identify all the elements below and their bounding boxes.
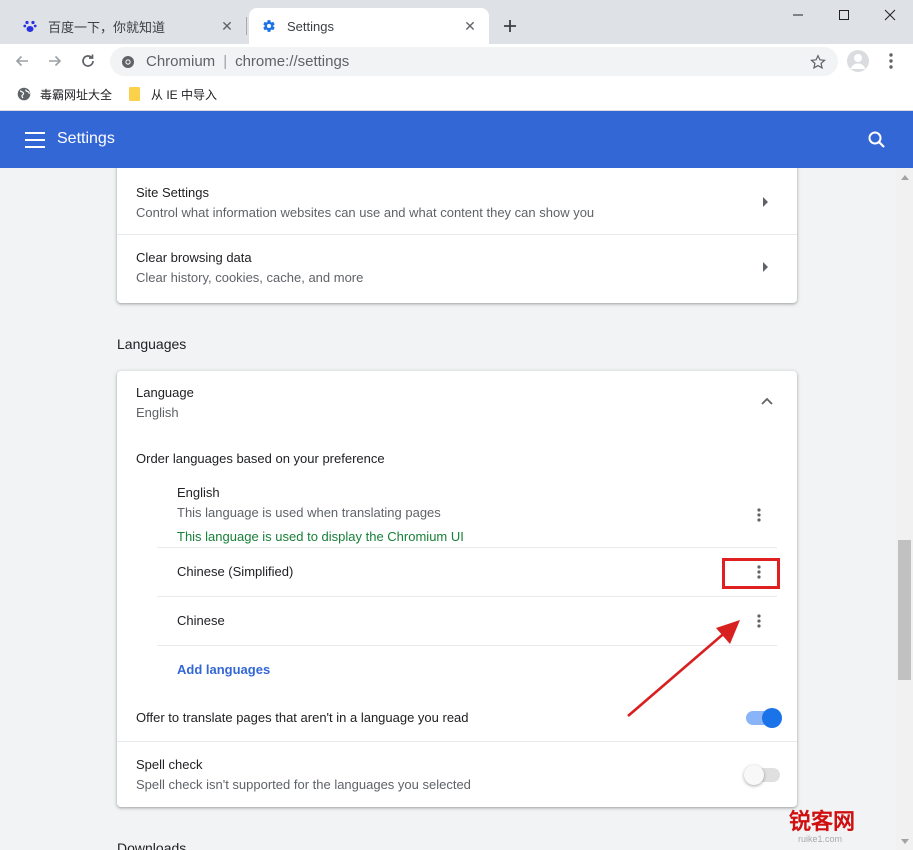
bookmark-folder[interactable]: 从 IE 中导入 (127, 84, 217, 104)
scroll-down-button[interactable] (896, 833, 913, 850)
chevron-down-icon (900, 838, 909, 844)
add-languages-button[interactable]: Add languages (177, 662, 270, 677)
language-name: Chinese (Simplified) (177, 564, 294, 579)
maximize-button[interactable] (821, 0, 867, 30)
reload-icon (82, 54, 94, 67)
chevron-up-icon (900, 174, 909, 180)
omnibox-url: chrome://settings (235, 53, 350, 70)
languages-card: Language English Order languages based o… (117, 371, 797, 807)
forward-button[interactable] (43, 49, 67, 73)
star-icon (810, 54, 826, 70)
language-name: English (177, 485, 220, 500)
row-subtitle: Control what information websites can us… (136, 205, 595, 220)
offer-translate-toggle[interactable] (746, 708, 782, 728)
spell-check-subtitle: Spell check isn't supported for the lang… (136, 777, 471, 792)
close-icon[interactable]: ✕ (461, 17, 479, 35)
row-title: Language (136, 385, 194, 400)
tab-settings[interactable]: Settings ✕ (249, 8, 489, 44)
baidu-paw-icon (22, 18, 38, 34)
toolbar: Chromium | chrome://settings (0, 44, 913, 78)
arrow-left-icon (15, 55, 28, 67)
bookmark-label: 毒霸网址大全 (40, 87, 113, 102)
browser-menu-button[interactable] (880, 50, 902, 72)
tab-baidu[interactable]: 百度一下，你就知道 ✕ (10, 8, 246, 44)
close-window-button[interactable] (867, 0, 913, 30)
language-row[interactable]: Language English (117, 371, 797, 435)
language-ui-note: This language is used to display the Chr… (177, 529, 464, 544)
arrow-right-icon (763, 197, 768, 207)
order-languages-label: Order languages based on your preference (136, 451, 385, 466)
search-icon[interactable] (866, 129, 888, 151)
folder-icon (127, 86, 143, 102)
omnibox-host: Chromium (146, 53, 216, 70)
tab-divider (246, 17, 247, 35)
site-settings-row[interactable]: Site Settings Control what information w… (117, 168, 797, 234)
plus-icon (504, 20, 516, 32)
divider (157, 547, 777, 548)
minimize-button[interactable] (775, 0, 821, 30)
languages-section-title: Languages (117, 336, 187, 352)
toggle-knob (744, 765, 764, 785)
divider (157, 596, 777, 597)
settings-header: Settings (0, 111, 913, 168)
row-title: Clear browsing data (136, 250, 252, 265)
page-scrollbar[interactable] (896, 168, 913, 850)
bookmark-item[interactable]: 毒霸网址大全 (16, 84, 112, 104)
omnibox-separator: | (223, 53, 228, 70)
toggle-knob (762, 708, 782, 728)
bookmark-star-button[interactable] (808, 52, 828, 72)
bookmark-label: 从 IE 中导入 (151, 87, 218, 102)
annotation-highlight-box (722, 558, 780, 589)
maximize-icon (839, 10, 849, 20)
watermark: 锐客网 (789, 809, 856, 834)
gear-icon (261, 18, 277, 34)
scroll-thumb[interactable] (898, 540, 911, 680)
chevron-up-icon (761, 397, 773, 405)
offer-translate-label: Offer to translate pages that aren't in … (136, 710, 469, 725)
title-bar: 百度一下，你就知道 ✕ Settings ✕ (0, 0, 913, 44)
row-title: Site Settings (136, 185, 209, 200)
tab-title: 百度一下，你就知道 (48, 19, 166, 35)
minimize-icon (793, 14, 803, 16)
arrow-right-icon (49, 55, 62, 67)
watermark-sub: ruike1.com (798, 834, 843, 844)
new-tab-button[interactable] (498, 14, 522, 38)
downloads-section-title: Downloads (117, 840, 187, 850)
spell-check-toggle[interactable] (744, 765, 780, 785)
close-icon[interactable]: ✕ (218, 17, 236, 35)
language-name: Chinese (177, 613, 225, 628)
profile-avatar[interactable] (847, 50, 869, 72)
more-vert-icon (757, 614, 761, 628)
globe-icon (16, 86, 32, 102)
reload-button[interactable] (76, 49, 100, 73)
more-vert-icon (889, 53, 893, 69)
back-button[interactable] (10, 49, 34, 73)
current-language: English (136, 405, 179, 420)
chromium-icon (120, 54, 136, 70)
tab-title: Settings (287, 18, 334, 34)
spell-check-title: Spell check (136, 757, 203, 772)
language-menu-button-english[interactable] (750, 505, 768, 525)
clear-browsing-data-row[interactable]: Clear browsing data Clear history, cooki… (117, 235, 797, 300)
close-icon (884, 9, 896, 21)
language-menu-button-chinese[interactable] (750, 611, 768, 631)
row-subtitle: Clear history, cookies, cache, and more (136, 270, 364, 285)
language-note: This language is used when translating p… (177, 505, 441, 520)
bookmarks-bar: 毒霸网址大全 从 IE 中导入 (0, 78, 913, 111)
settings-content: Site Settings Control what information w… (0, 168, 896, 850)
arrow-right-icon (763, 262, 768, 272)
privacy-card: Site Settings Control what information w… (117, 168, 797, 303)
divider (117, 741, 797, 742)
page-title: Settings (57, 130, 115, 147)
menu-icon[interactable] (25, 130, 45, 150)
more-vert-icon (757, 508, 761, 522)
scroll-up-button[interactable] (896, 168, 913, 185)
address-bar[interactable]: Chromium | chrome://settings (110, 47, 838, 76)
person-icon (850, 54, 866, 69)
annotation-arrow-icon (627, 620, 740, 717)
